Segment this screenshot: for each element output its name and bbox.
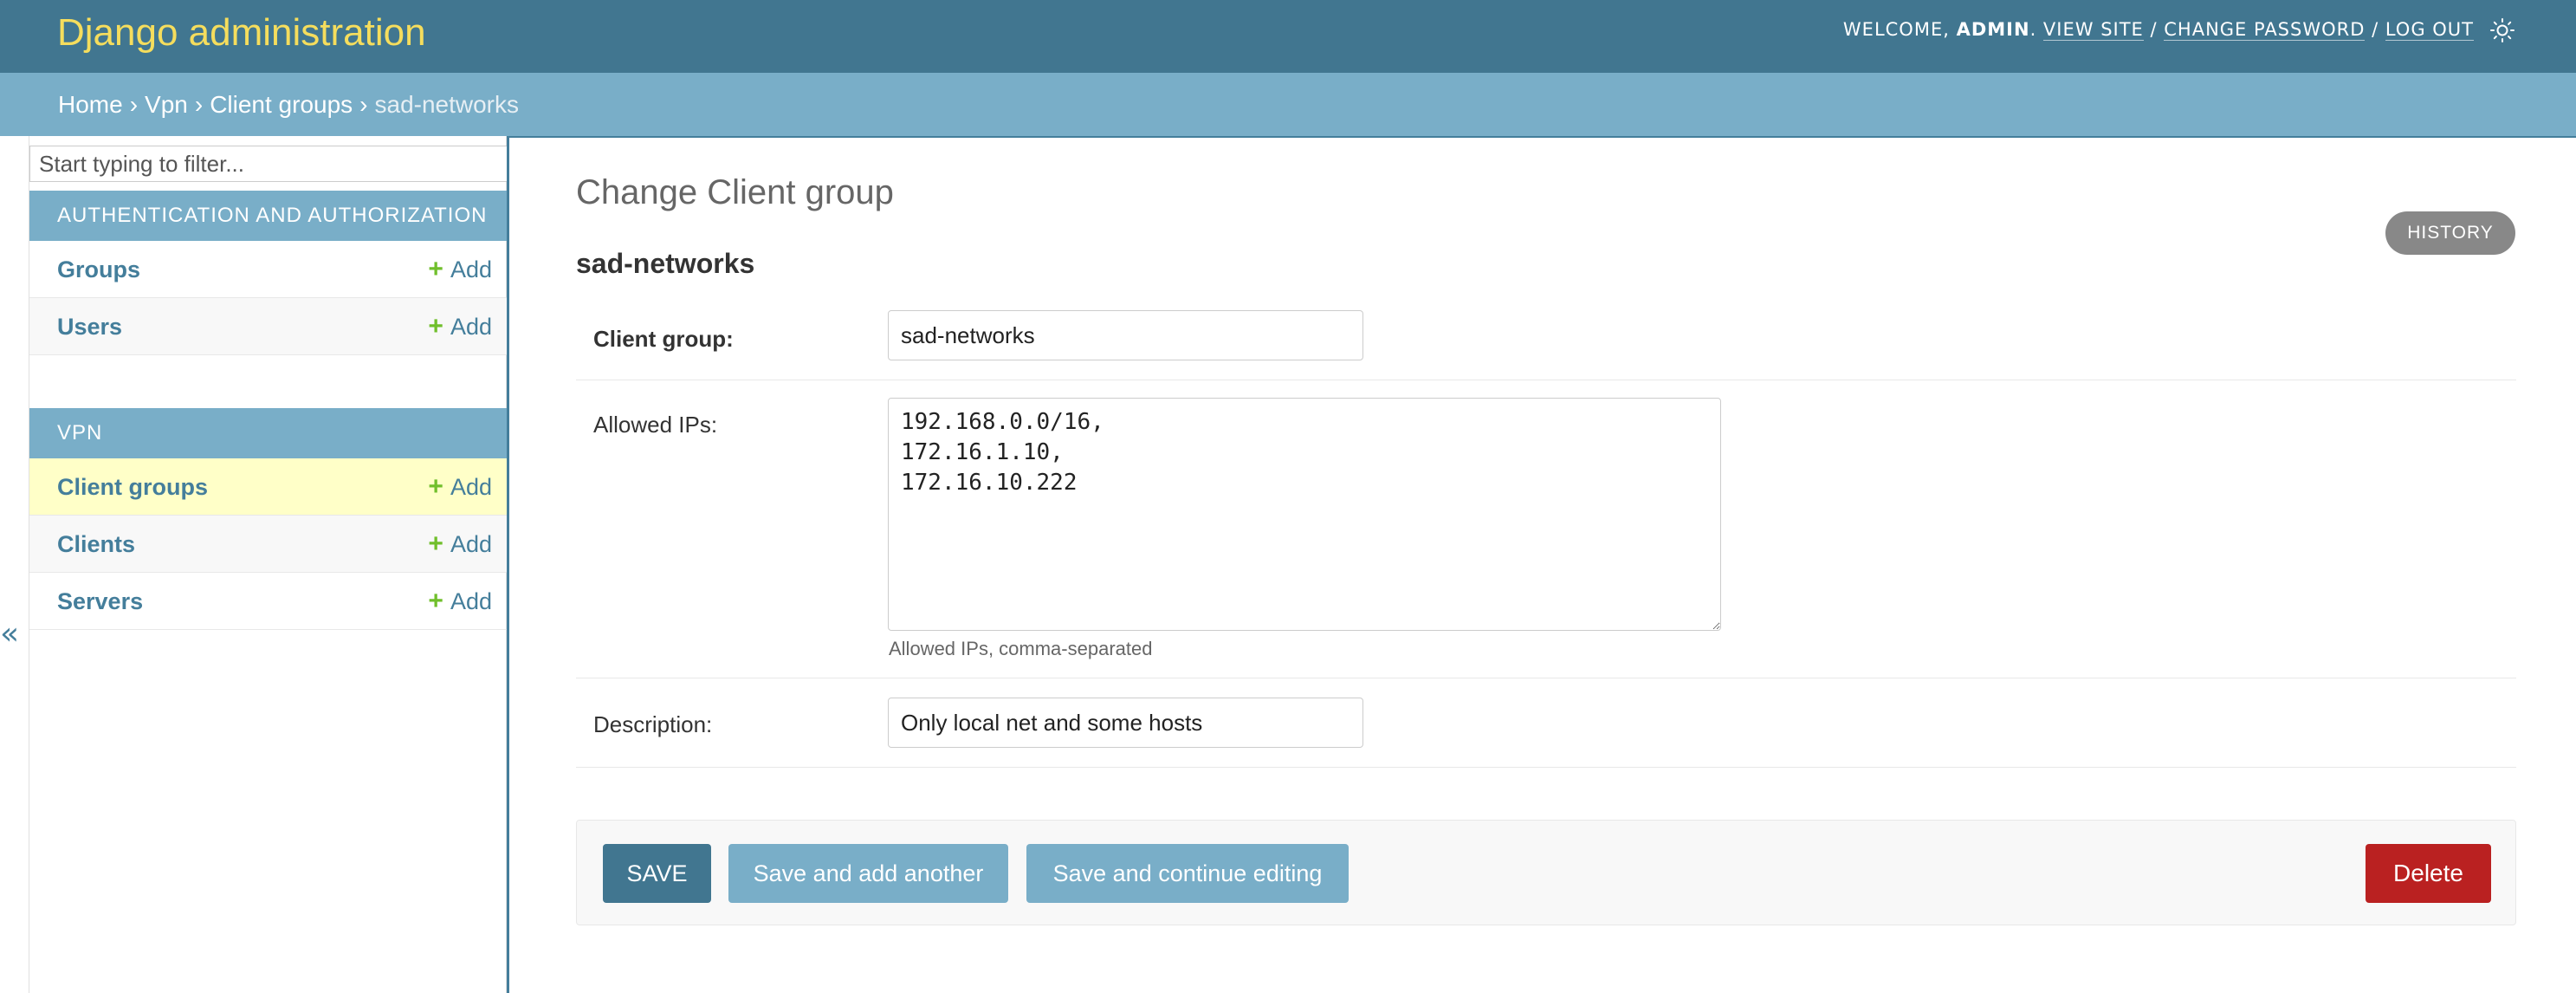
plus-icon: + — [428, 472, 443, 501]
sidebar-item-clients: Clients + Add — [29, 516, 508, 573]
form-row-description: Description: — [576, 678, 2516, 768]
module-caption-vpn[interactable]: VPN — [29, 408, 508, 458]
breadcrumb-separator: › — [129, 91, 139, 118]
object-name: sad-networks — [576, 248, 755, 279]
change-password-link[interactable]: CHANGE PASSWORD — [2164, 19, 2366, 41]
site-branding[interactable]: Django administration — [57, 7, 426, 59]
save-button[interactable]: SAVE — [603, 844, 711, 903]
sidebar-model-link[interactable]: Servers — [57, 573, 143, 630]
add-clients-link[interactable]: + Add — [428, 516, 492, 573]
allowed-ips-label: Allowed IPs: — [593, 412, 718, 438]
separator: / — [2365, 19, 2385, 40]
sidebar-item-client-groups: Client groups + Add — [29, 458, 508, 516]
separator: / — [2143, 19, 2165, 40]
breadcrumb-client-groups[interactable]: Client groups — [210, 91, 353, 118]
sun-icon[interactable] — [2489, 17, 2515, 43]
allowed-ips-textarea[interactable]: 192.168.0.0/16, 172.16.1.10, 172.16.10.2… — [888, 398, 1721, 631]
plus-icon: + — [428, 529, 443, 558]
breadcrumb: Home › Vpn › Client groups › sad-networks — [0, 73, 2576, 136]
allowed-ips-help-text: Allowed IPs, comma-separated — [889, 638, 1153, 659]
module-caption-auth[interactable]: AUTHENTICATION AND AUTHORIZATION — [29, 191, 508, 241]
welcome-suffix: . — [2029, 19, 2043, 40]
sidebar-model-link[interactable]: Client groups — [57, 458, 208, 516]
nav-sidebar: AUTHENTICATION AND AUTHORIZATION Groups … — [29, 136, 508, 993]
user-tools: WELCOME, ADMIN. VIEW SITE / CHANGE PASSW… — [1843, 16, 2474, 43]
breadcrumb-home[interactable]: Home — [58, 91, 123, 118]
add-users-link[interactable]: + Add — [428, 298, 492, 355]
nav-filter-input[interactable] — [29, 146, 508, 182]
welcome-text: WELCOME, — [1842, 19, 1957, 40]
form-row-client-group: Client group: — [576, 300, 2516, 380]
client-group-input[interactable] — [888, 310, 1363, 360]
plus-icon: + — [428, 587, 443, 615]
save-and-continue-button[interactable]: Save and continue editing — [1026, 844, 1349, 903]
client-group-label: Client group: — [593, 326, 734, 352]
save-and-add-another-button[interactable]: Save and add another — [728, 844, 1008, 903]
breadcrumb-separator: › — [194, 91, 204, 118]
sidebar-item-users: Users + Add — [29, 298, 508, 355]
add-groups-link[interactable]: + Add — [428, 241, 492, 298]
sidebar-item-groups: Groups + Add — [29, 241, 508, 298]
breadcrumb-current: sad-networks — [374, 91, 520, 118]
description-input[interactable] — [888, 698, 1363, 748]
sidebar-model-link[interactable]: Groups — [57, 241, 140, 298]
log-out-link[interactable]: LOG OUT — [2385, 19, 2474, 41]
add-label: Add — [450, 474, 492, 500]
add-servers-link[interactable]: + Add — [428, 573, 492, 630]
sidebar-model-link[interactable]: Users — [57, 298, 122, 355]
page-title: Change Client group — [576, 173, 894, 211]
submit-row: SAVE Save and add another Save and conti… — [576, 820, 2516, 925]
breadcrumb-separator: › — [359, 91, 368, 118]
add-label: Add — [450, 588, 492, 614]
breadcrumb-vpn[interactable]: Vpn — [145, 91, 188, 118]
plus-icon: + — [428, 312, 443, 341]
username: ADMIN — [1956, 19, 2030, 40]
add-client-groups-link[interactable]: + Add — [428, 458, 492, 516]
sidebar-model-link[interactable]: Clients — [57, 516, 135, 573]
delete-button[interactable]: Delete — [2366, 844, 2491, 903]
description-label: Description: — [593, 711, 713, 737]
plus-icon: + — [428, 255, 443, 283]
add-label: Add — [450, 314, 492, 340]
view-site-link[interactable]: VIEW SITE — [2042, 19, 2144, 41]
header: Django administration WELCOME, ADMIN. VI… — [0, 0, 2576, 73]
collapse-sidebar-icon[interactable]: « — [0, 617, 19, 652]
add-label: Add — [450, 256, 492, 282]
add-label: Add — [450, 531, 492, 557]
sidebar-item-servers: Servers + Add — [29, 573, 508, 630]
history-button[interactable]: HISTORY — [2385, 211, 2515, 255]
